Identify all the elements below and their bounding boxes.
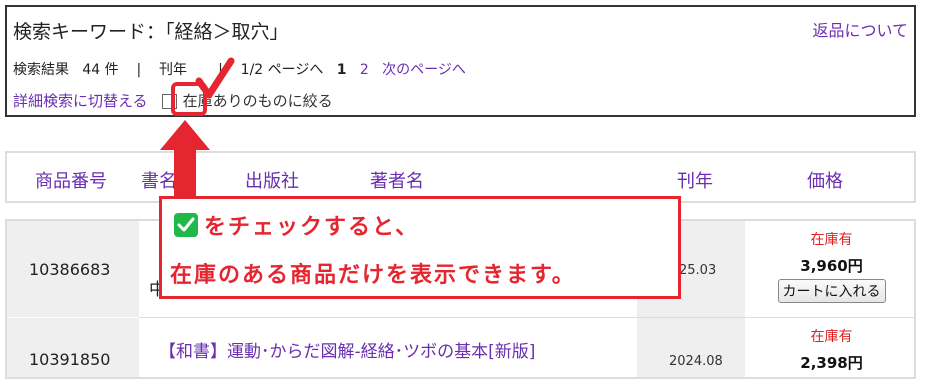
results-count: 44 件 (82, 62, 119, 78)
book-title[interactable]: 【和書】運動･からだ図解-経絡･ツボの基本[新版] (159, 337, 535, 362)
price-cell: 在庫有 3,960円 カートに入れる (749, 221, 914, 317)
price: 2,398円 (800, 354, 863, 372)
header-item-number[interactable]: 商品番号 (35, 167, 107, 193)
header-price[interactable]: 価格 (807, 167, 843, 193)
header-year[interactable]: 刊年 (677, 167, 713, 193)
price: 3,960円 (800, 257, 863, 275)
stock-status: 在庫有 (810, 232, 853, 248)
detail-search-link[interactable]: 詳細検索に切替える (13, 92, 148, 110)
annotation-line-2: 在庫のある商品だけを表示できます。 (170, 263, 576, 288)
returns-link[interactable]: 返品について (812, 17, 908, 41)
search-info-panel: 検索キーワード：「経絡＞取穴」 返品について 検索結果 44 件 | 刊年 | … (5, 5, 916, 117)
result-summary: 検索結果 44 件 | 刊年 | 1/2 ページへ 1 2 次のページへ (13, 59, 466, 79)
item-number: 10391850 (7, 318, 139, 377)
next-page-link[interactable]: 次のページへ (382, 62, 466, 78)
table-row: 10391850 【和書】運動･からだ図解-経絡･ツボの基本[新版] 2024.… (7, 318, 914, 377)
check-mark-icon (195, 57, 235, 99)
arrow-up-icon (160, 120, 210, 198)
page-info: 1/2 ページへ (240, 62, 324, 78)
page-2-link[interactable]: 2 (360, 62, 369, 78)
page-current: 1 (336, 62, 347, 78)
annotation-callout: をチェックすると、 在庫のある商品だけを表示できます。 (159, 196, 681, 299)
stock-status: 在庫有 (810, 329, 853, 345)
publication-date: 2024.08 (637, 318, 745, 377)
sort-by-year-link[interactable]: 刊年 (159, 62, 187, 78)
annotation-line-1: をチェックすると、 (174, 209, 419, 241)
header-author[interactable]: 著者名 (370, 167, 424, 193)
add-to-cart-button[interactable]: カートに入れる (777, 279, 886, 303)
green-check-icon (174, 213, 198, 237)
price-cell: 在庫有 2,398円 (749, 318, 914, 377)
search-keyword-title: 検索キーワード：「経絡＞取穴」 (13, 21, 289, 43)
item-number: 10386683 (7, 221, 139, 317)
separator: | (136, 62, 142, 78)
results-label: 検索結果 (13, 62, 69, 78)
header-publisher[interactable]: 出版社 (245, 167, 299, 193)
